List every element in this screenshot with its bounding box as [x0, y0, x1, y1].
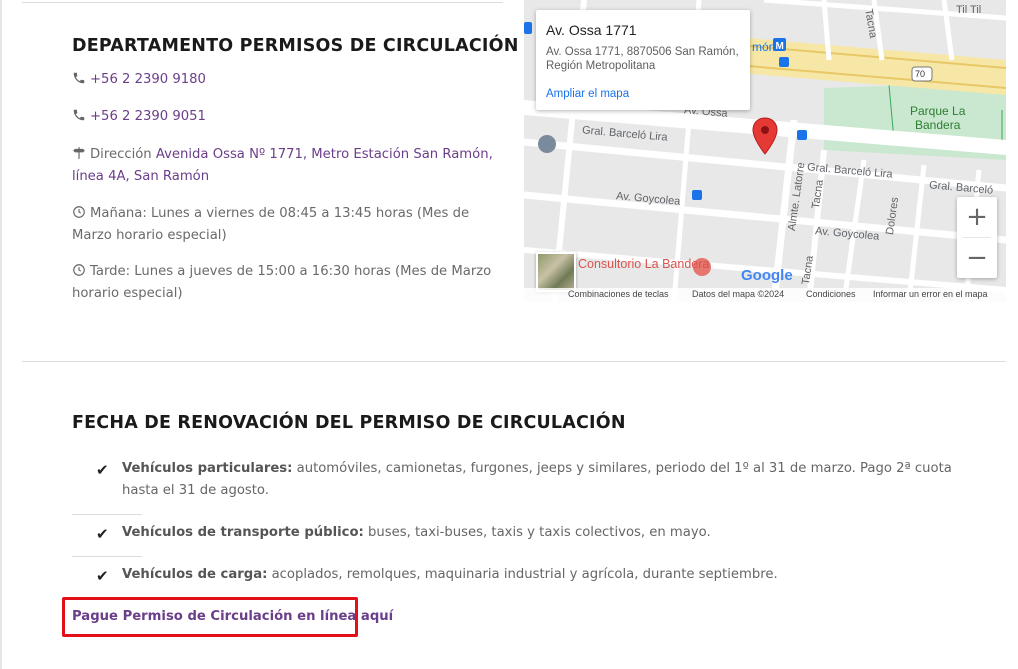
list-item-text: Vehículos particulares: automóviles, cam… — [122, 461, 952, 498]
left-border — [0, 0, 2, 669]
map-info-card: Av. Ossa 1771 Av. Ossa 1771, 8870506 San… — [536, 10, 750, 110]
signpost-icon — [73, 147, 85, 159]
keyboard-shortcuts-link[interactable]: Combinaciones de teclas — [568, 289, 669, 299]
phone-line-2: +56 2 2390 9051 — [72, 106, 504, 128]
map-data-text: Datos del mapa ©2024 — [692, 289, 785, 299]
enlarge-map-link[interactable]: Ampliar el mapa — [546, 88, 629, 100]
list-item: ✔ Vehículos de transporte público: buses… — [72, 522, 962, 544]
list-divider — [72, 514, 142, 515]
terms-link[interactable]: Condiciones — [806, 289, 856, 299]
top-divider — [22, 2, 503, 3]
info-card-address: Av. Ossa 1771, 8870506 San Ramón, Región… — [546, 46, 739, 72]
list-item: ✔ Vehículos de carga: acoplados, remolqu… — [72, 564, 962, 586]
map-label-route-70: 70 — [915, 69, 926, 79]
map-label-til-til: Til Til — [956, 4, 982, 16]
address-line: Dirección Avenida Ossa Nº 1771, Metro Es… — [72, 144, 504, 188]
zoom-out-button[interactable]: − — [957, 238, 997, 278]
map-label-consultorio: Consultorio La Bandera — [578, 257, 710, 271]
map-label-parque-1: Parque La — [910, 104, 966, 118]
address-prefix: Dirección — [90, 147, 152, 162]
list-divider — [72, 556, 142, 557]
clock-icon — [73, 264, 85, 276]
phone-link-2[interactable]: +56 2 2390 9051 — [90, 109, 206, 124]
zoom-controls: + − — [957, 197, 997, 278]
check-icon: ✔ — [96, 525, 109, 543]
section-divider — [22, 361, 1006, 362]
list-item-text: Vehículos de carga: acoplados, remolques… — [122, 567, 778, 582]
check-icon: ✔ — [96, 461, 109, 479]
map-label-parque-2: Bandera — [915, 118, 961, 132]
svg-text:M: M — [776, 41, 784, 52]
check-icon: ✔ — [96, 567, 109, 585]
pay-online-link[interactable]: Pague Permiso de Circulación en línea aq… — [72, 606, 393, 628]
report-error-link[interactable]: Informar un error en el mapa — [873, 289, 988, 299]
google-logo: Google — [741, 267, 793, 284]
map-label-ramon: món — [752, 40, 776, 54]
zoom-in-button[interactable]: + — [957, 197, 997, 237]
phone-icon — [73, 72, 85, 84]
hours-morning-line: Mañana: Lunes a viernes de 08:45 a 13:45… — [72, 203, 504, 247]
embedded-map[interactable]: M Til Til Tacna món 70 Parque La Bandera… — [524, 0, 1006, 302]
hours-afternoon-text: Tarde: Lunes a jueves de 15:00 a 16:30 h… — [72, 264, 492, 301]
clock-icon — [73, 206, 85, 218]
hours-afternoon-line: Tarde: Lunes a jueves de 15:00 a 16:30 h… — [72, 261, 504, 305]
phone-link-1[interactable]: +56 2 2390 9180 — [90, 72, 206, 87]
phone-icon — [73, 109, 85, 121]
list-item: ✔ Vehículos particulares: automóviles, c… — [72, 458, 962, 504]
list-item-text: Vehículos de transporte público: buses, … — [122, 525, 711, 540]
contact-section-title: DEPARTAMENTO PERMISOS DE CIRCULACIÓN — [72, 36, 519, 56]
satellite-thumbnail[interactable] — [536, 252, 576, 292]
renewal-section-title: FECHA DE RENOVACIÓN DEL PERMISO DE CIRCU… — [72, 413, 626, 433]
phone-line-1: +56 2 2390 9180 — [72, 69, 504, 91]
map-footer: Combinaciones de teclas Datos del mapa ©… — [524, 288, 1006, 302]
info-card-title: Av. Ossa 1771 — [546, 22, 637, 38]
hours-morning-text: Mañana: Lunes a viernes de 08:45 a 13:45… — [72, 206, 470, 243]
